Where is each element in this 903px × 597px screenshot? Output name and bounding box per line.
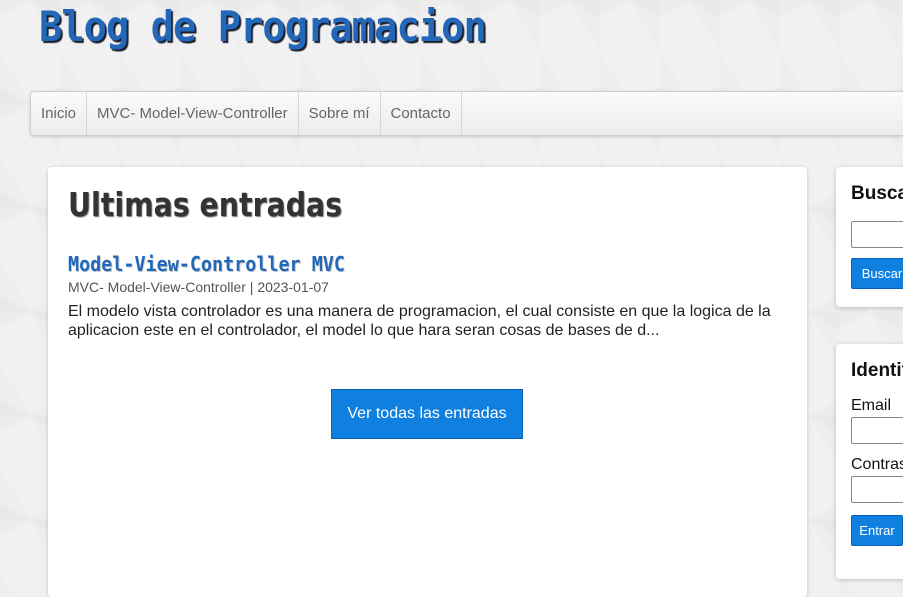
email-field[interactable] (851, 417, 903, 444)
nav-item-inicio[interactable]: Inicio (31, 92, 88, 135)
search-widget: Buscar Buscar (836, 167, 903, 307)
nav-item-mvc[interactable]: MVC- Model-View-Controller (87, 92, 299, 135)
login-widget: Identificate Email Contraseña Entrar (836, 344, 903, 579)
section-title: Ultimas entradas (68, 185, 343, 224)
search-input[interactable] (851, 221, 903, 248)
post-date: 2023-01-07 (257, 279, 329, 295)
site-title: Blog de Programacion (39, 2, 487, 51)
password-label: Contraseña (851, 456, 903, 473)
post-title-link[interactable]: Model-View-Controller MVC (68, 251, 345, 277)
email-label: Email (851, 397, 892, 414)
login-widget-title: Identificate (851, 360, 903, 381)
post-meta: MVC- Model-View-Controller | 2023-01-07 (68, 279, 329, 295)
post-category: MVC- Model-View-Controller (68, 279, 246, 295)
post-excerpt: El modelo vista controlador es una maner… (68, 303, 771, 339)
post-meta-separator: | (249, 279, 254, 295)
password-field[interactable] (851, 476, 903, 503)
main-panel: Ultimas entradas Model-View-Controller M… (48, 167, 807, 597)
search-button[interactable]: Buscar (851, 258, 903, 289)
search-widget-title: Buscar (851, 183, 903, 204)
nav-item-contacto[interactable]: Contacto (381, 92, 462, 135)
login-submit-button[interactable]: Entrar (851, 515, 903, 546)
main-nav: Inicio MVC- Model-View-Controller Sobre … (30, 91, 903, 136)
nav-item-sobre-mi[interactable]: Sobre mí (299, 92, 381, 135)
view-all-posts-button[interactable]: Ver todas las entradas (331, 389, 523, 439)
